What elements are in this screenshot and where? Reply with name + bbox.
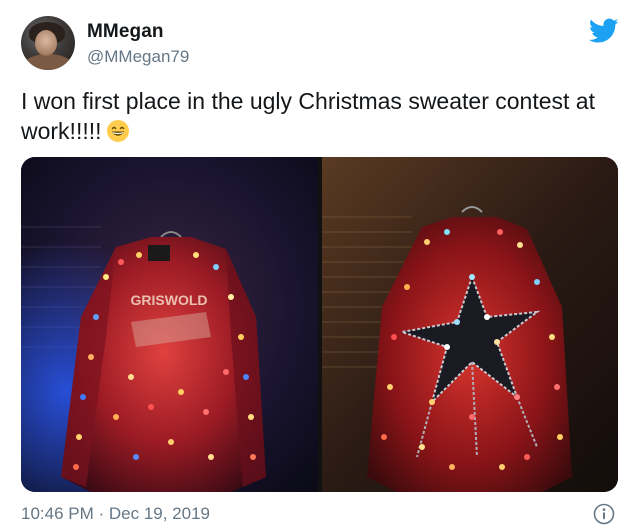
sweater-photo-2[interactable] bbox=[322, 157, 618, 492]
avatar[interactable] bbox=[21, 16, 75, 70]
sweater-print-text: GRISWOLD bbox=[131, 292, 208, 308]
twitter-bird-icon[interactable] bbox=[589, 18, 619, 44]
grinning-face-emoji-icon bbox=[106, 120, 129, 142]
tweet-card: MMegan @MMegan79 I won first place in th… bbox=[0, 0, 640, 531]
info-icon[interactable] bbox=[593, 503, 615, 525]
author-display-name[interactable]: MMegan bbox=[87, 21, 164, 43]
tweet-timestamp[interactable]: 10:46 PM · Dec 19, 2019 bbox=[21, 504, 210, 524]
media-gallery[interactable]: GRISWOLD bbox=[21, 157, 618, 492]
tweet-text: I won first place in the ugly Christmas … bbox=[21, 86, 611, 146]
sweater-photo-1[interactable]: GRISWOLD bbox=[21, 157, 318, 492]
author-handle[interactable]: @MMegan79 bbox=[87, 47, 189, 67]
